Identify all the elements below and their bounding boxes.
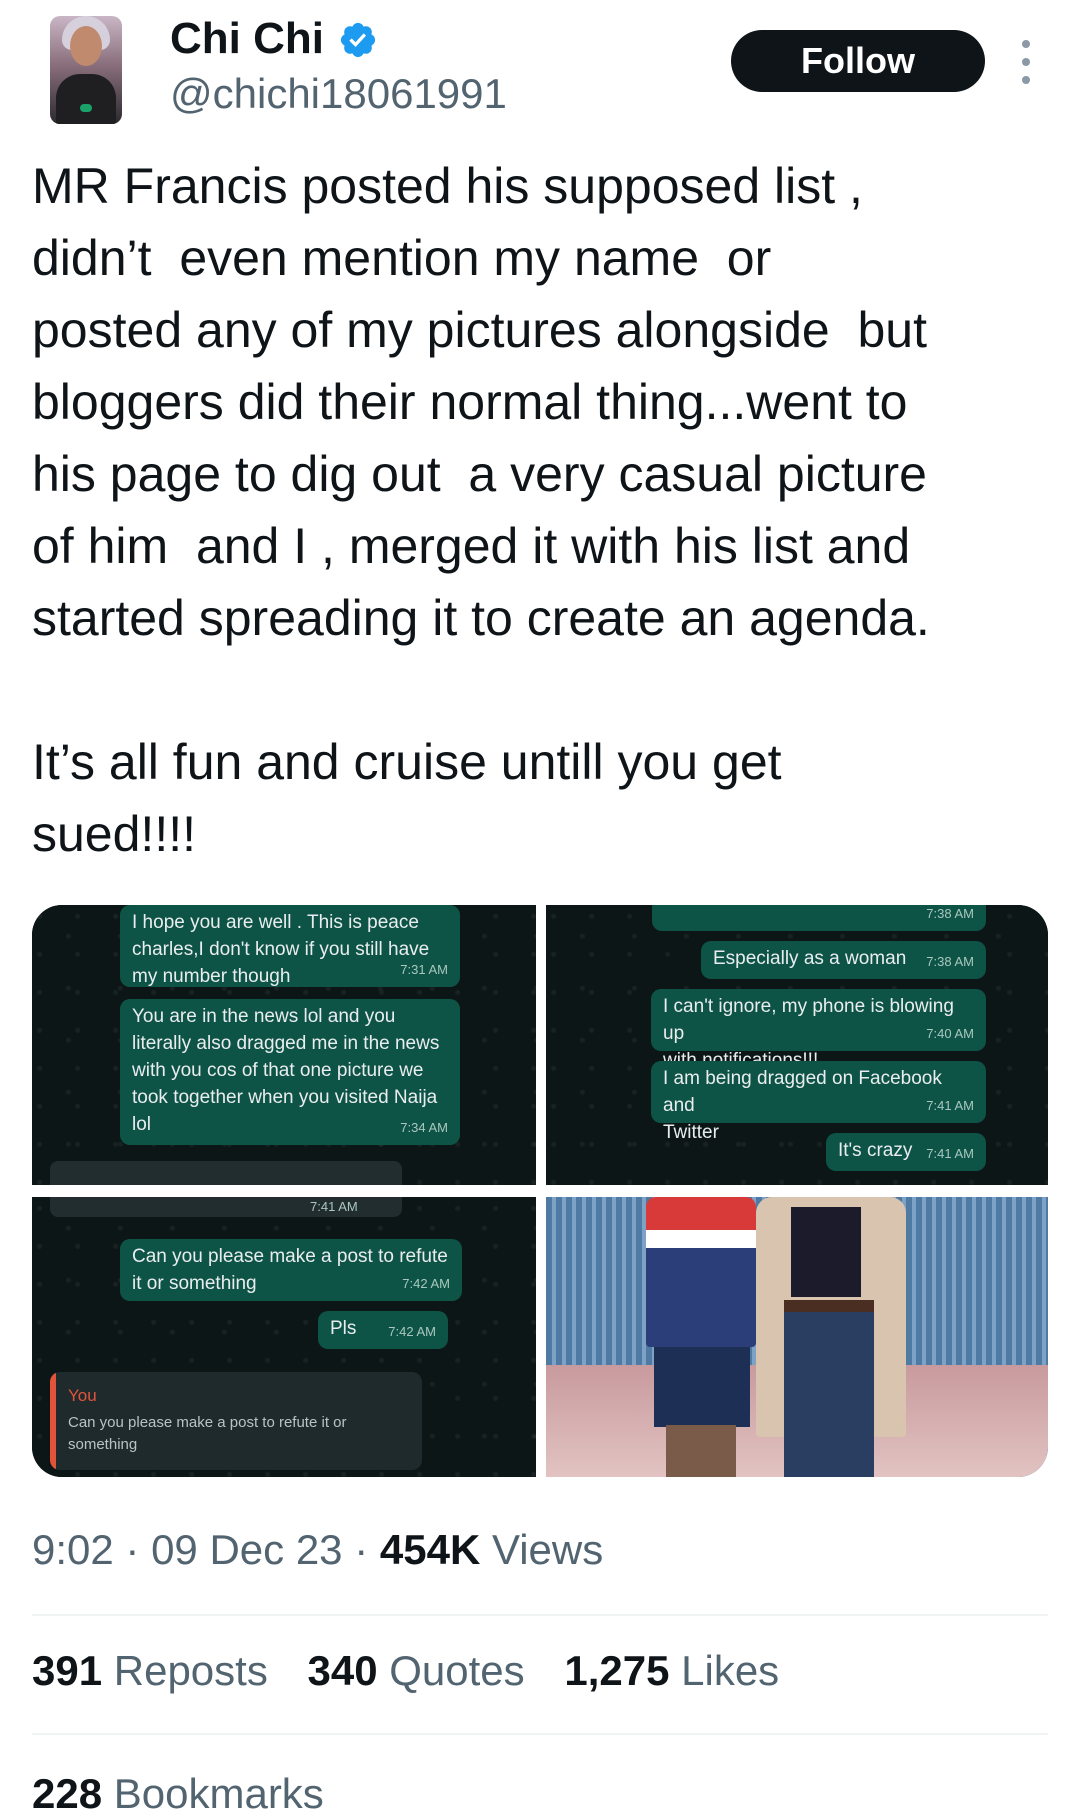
message-time: 7:41 AM <box>310 1199 358 1214</box>
chat-bubble: Especially as a woman 7:38 AM <box>701 941 986 979</box>
media-image-3[interactable]: 7:41 AM Can you please make a post to re… <box>32 1197 536 1477</box>
tweet-date[interactable]: 09 Dec 23 <box>151 1526 342 1573</box>
message-time: 7:41 AM <box>926 1146 974 1161</box>
quotes-stat[interactable]: 340 Quotes <box>308 1647 525 1694</box>
reposts-label: Reposts <box>113 1647 268 1694</box>
divider <box>32 1614 1048 1616</box>
more-options-icon[interactable] <box>1016 40 1036 84</box>
user-handle[interactable]: @chichi18061991 <box>170 70 507 118</box>
message-time: 7:40 AM <box>926 1026 974 1041</box>
reply-text: Can you please make a post to refute it … <box>68 1414 347 1453</box>
reposts-count: 391 <box>32 1647 103 1694</box>
message-time: 7:38 AM <box>926 954 974 969</box>
likes-count: 1,275 <box>564 1647 670 1694</box>
bookmarks-stat[interactable]: 228 Bookmarks <box>32 1770 324 1818</box>
follow-button[interactable]: Follow <box>731 30 985 92</box>
chat-bubble-partial <box>50 1161 402 1185</box>
reply-author: You <box>68 1386 97 1405</box>
message-time: 7:42 AM <box>402 1276 450 1291</box>
avatar[interactable] <box>50 16 122 124</box>
display-name[interactable]: Chi Chi <box>170 14 324 64</box>
bookmarks-label: Bookmarks <box>113 1770 324 1817</box>
photo-person-1 <box>646 1197 756 1347</box>
message-time: 7:31 AM <box>400 962 448 977</box>
chat-bubble: I can't ignore, my phone is blowing up w… <box>651 989 986 1071</box>
avatar-body <box>56 74 116 124</box>
bookmarks-count: 228 <box>32 1770 103 1817</box>
message-time: 7:34 AM <box>400 1120 448 1135</box>
tweet-meta: 9:02 · 09 Dec 23 · 454K Views <box>32 1526 604 1573</box>
reposts-stat[interactable]: 391 Reposts <box>32 1647 268 1694</box>
chat-bubble: You are in the news lol and you literall… <box>120 999 460 1145</box>
chat-bubble: 7:38 AM <box>652 905 986 931</box>
avatar-face <box>70 26 102 66</box>
media-grid[interactable]: I hope you are well . This is peace char… <box>32 905 1048 1477</box>
tweet-time[interactable]: 9:02 <box>32 1526 114 1573</box>
chat-bubble: I am being dragged on Facebook and Twitt… <box>651 1061 986 1143</box>
divider <box>32 1733 1048 1735</box>
message-time: 7:42 AM <box>388 1324 436 1339</box>
message-time: 7:38 AM <box>926 906 974 921</box>
quotes-label: Quotes <box>389 1647 525 1694</box>
likes-stat[interactable]: 1,275 Likes <box>564 1647 779 1694</box>
media-image-1[interactable]: I hope you are well . This is peace char… <box>32 905 536 1185</box>
chat-bubble: It's crazy 7:41 AM <box>826 1133 986 1171</box>
chat-bubble: I hope you are well . This is peace char… <box>120 905 460 987</box>
verified-badge-icon <box>340 22 376 58</box>
avatar-accent <box>80 104 92 112</box>
engagement-stats: 391 Reposts 340 Quotes 1,275 Likes <box>32 1647 807 1695</box>
message-time: 7:41 AM <box>926 1098 974 1113</box>
chat-bubble: Can you please make a post to refute it … <box>120 1239 462 1301</box>
likes-label: Likes <box>681 1647 780 1694</box>
views-label: Views <box>491 1526 604 1573</box>
reply-preview: You Can you please make a post to refute… <box>50 1372 422 1470</box>
tweet-text: MR Francis posted his supposed list , di… <box>32 158 930 862</box>
views-count: 454K <box>379 1526 481 1573</box>
chat-bubble: Pls 7:42 AM <box>318 1311 448 1349</box>
quotes-count: 340 <box>307 1647 378 1694</box>
media-image-2[interactable]: 7:38 AM Especially as a woman 7:38 AM I … <box>546 905 1048 1185</box>
media-image-4[interactable] <box>546 1197 1048 1477</box>
